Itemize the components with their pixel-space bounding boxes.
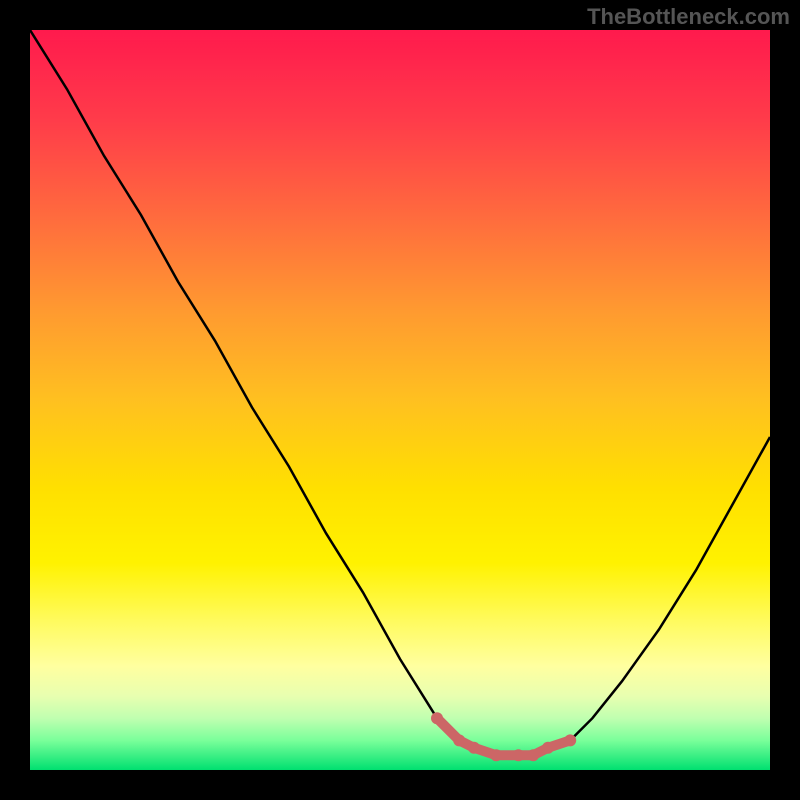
chart-gradient-background <box>30 30 770 770</box>
watermark-text: TheBottleneck.com <box>587 4 790 30</box>
highlight-dot <box>564 734 576 746</box>
bottleneck-curve <box>30 30 770 755</box>
highlight-dot <box>431 712 443 724</box>
highlight-dot <box>542 742 554 754</box>
highlight-dot <box>527 749 539 761</box>
highlight-dot <box>468 742 480 754</box>
highlight-dot <box>490 749 502 761</box>
highlight-dot <box>453 734 465 746</box>
highlight-dot <box>512 749 524 761</box>
chart-svg <box>30 30 770 770</box>
